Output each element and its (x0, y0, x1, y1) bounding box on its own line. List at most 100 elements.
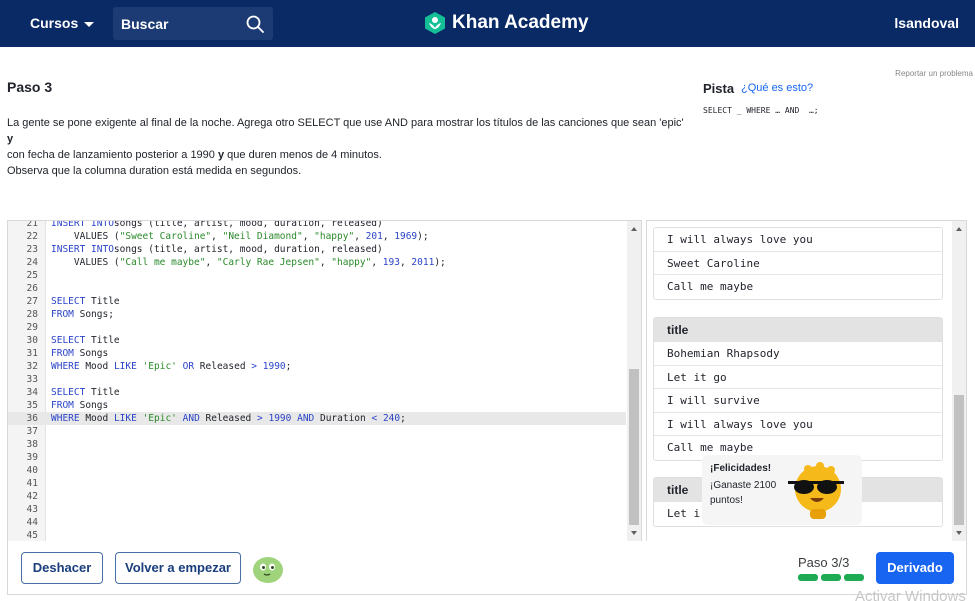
step-title: Paso 3 (7, 79, 53, 95)
courses-label: Cursos (30, 15, 79, 31)
scroll-down-icon[interactable] (631, 531, 637, 535)
instructions-text-1: La gente se pone exigente al final de la… (7, 117, 684, 129)
code-line[interactable]: 26 (8, 282, 626, 295)
congrats-text: ¡Ganaste 2100 puntos! (710, 480, 777, 506)
hint-title: Pista (703, 81, 735, 96)
code-line[interactable]: 44 (8, 516, 626, 529)
hint-code: SELECT _ WHERE … AND …; (703, 106, 819, 115)
line-number: 32 (26, 361, 38, 372)
brand-logo[interactable]: Khan Academy (424, 11, 589, 35)
os-watermark: Activar Windows (855, 588, 966, 601)
avatar-icon[interactable] (251, 553, 285, 585)
instructions: La gente se pone exigente al final de la… (7, 115, 687, 179)
step-progress-bar (798, 574, 864, 581)
next-button[interactable]: Derivado (876, 552, 954, 584)
line-number: 21 (26, 220, 38, 229)
code-line[interactable]: 30 SELECT Title (8, 334, 626, 347)
line-number: 41 (26, 478, 38, 489)
instructions-text-2: con fecha de lanzamiento posterior a 199… (7, 149, 218, 161)
code-text: INSERT INTOsongs (title, artist, mood, d… (51, 220, 383, 229)
code-line[interactable]: 25 (8, 269, 626, 282)
result-row: I will always love you (654, 228, 942, 252)
code-line[interactable]: 40 (8, 464, 626, 477)
top-nav: Cursos Khan Academy lsandoval (0, 0, 975, 47)
undo-button[interactable]: Deshacer (21, 552, 103, 584)
search-input[interactable] (113, 7, 243, 40)
code-line[interactable]: 42 (8, 490, 626, 503)
code-text: FROM Songs (51, 348, 109, 359)
code-line[interactable]: 31 FROM Songs (8, 347, 626, 360)
line-number: 28 (26, 309, 38, 320)
restart-button[interactable]: Volver a empezar (115, 552, 241, 584)
results-table: I will always love you Sweet Caroline Ca… (653, 227, 943, 300)
hint-help-link[interactable]: ¿Qué es esto? (741, 82, 813, 94)
congrats-title: ¡Felicidades! (710, 463, 772, 474)
progress-segment (821, 574, 841, 581)
line-number: 30 (26, 335, 38, 346)
code-line[interactable]: 35 FROM Songs (8, 399, 626, 412)
scroll-up-icon[interactable] (956, 227, 962, 231)
line-number: 36 (26, 413, 38, 424)
progress-segment (844, 574, 864, 581)
instructions-bold-and-1: y (7, 133, 14, 145)
code-line[interactable]: 39 (8, 451, 626, 464)
scroll-up-icon[interactable] (631, 227, 637, 231)
code-line[interactable]: 43 (8, 503, 626, 516)
results-table: title Bohemian Rhapsody Let it go I will… (653, 317, 943, 461)
instructions-text-3: que duren menos de 4 minutos. (224, 149, 382, 161)
code-text: SELECT Title (51, 387, 120, 398)
result-row: Bohemian Rhapsody (654, 342, 942, 366)
editor-scroll-thumb[interactable] (629, 369, 639, 525)
code-line[interactable]: 29 (8, 321, 626, 334)
brand-name: Khan Academy (452, 12, 589, 33)
result-row: Let it go (654, 366, 942, 389)
line-number: 26 (26, 283, 38, 294)
line-number: 22 (26, 231, 38, 242)
search-box (113, 7, 273, 40)
code-line[interactable]: 24 VALUES ("Call me maybe", "Carly Rae J… (8, 256, 626, 269)
scroll-down-icon[interactable] (956, 531, 962, 535)
line-number: 31 (26, 348, 38, 359)
line-number: 33 (26, 374, 38, 385)
code-line[interactable]: 32 WHERE Mood LIKE 'Epic' OR Released > 1… (8, 360, 626, 373)
line-number: 43 (26, 504, 38, 515)
code-line[interactable]: 21 INSERT INTOsongs (title, artist, mood,… (8, 220, 626, 230)
result-row: Sweet Caroline (654, 252, 942, 275)
line-number: 37 (26, 426, 38, 437)
code-line[interactable]: 37 (8, 425, 626, 438)
code-line[interactable]: 41 (8, 477, 626, 490)
code-line[interactable]: 22 VALUES ("Sweet Caroline", "Neil Diamo… (8, 230, 626, 243)
results-scrollbar[interactable] (952, 221, 966, 541)
line-number: 40 (26, 465, 38, 476)
chevron-down-icon (84, 21, 95, 27)
code-text: VALUES ("Call me maybe", "Carly Rae Jeps… (51, 257, 446, 268)
results-scroll-thumb[interactable] (954, 395, 964, 525)
code-line[interactable]: 36 WHERE Mood LIKE 'Epic' AND Released > … (8, 412, 626, 425)
report-problem-link[interactable]: Reportar un problema (895, 69, 973, 78)
line-number: 35 (26, 400, 38, 411)
progress-segment (798, 574, 818, 581)
line-number: 27 (26, 296, 38, 307)
search-icon[interactable] (246, 15, 264, 33)
khan-leaf-icon (425, 12, 445, 34)
result-row: Call me maybe (667, 280, 754, 293)
step-counter: Paso 3/3 (798, 555, 850, 570)
congrats-popup: ¡Felicidades! ¡Ganaste 2100 puntos! (702, 455, 862, 525)
line-number: 24 (26, 257, 38, 268)
code-text: VALUES ("Sweet Caroline", "Neil Diamond"… (51, 231, 429, 242)
editor-scrollbar[interactable] (627, 221, 641, 541)
code-text: WHERE Mood LIKE 'Epic' OR Released > 199… (51, 361, 292, 372)
editor-footer: Deshacer Volver a empezar Paso 3/3 Deriv… (7, 541, 967, 595)
user-menu[interactable]: lsandoval (894, 15, 959, 31)
code-line[interactable]: 27 SELECT Title (8, 295, 626, 308)
code-text: WHERE Mood LIKE 'Epic' AND Released > 19… (51, 413, 406, 424)
code-line[interactable]: 33 (8, 373, 626, 386)
courses-menu[interactable]: Cursos (30, 15, 95, 31)
code-line[interactable]: 34 SELECT Title (8, 386, 626, 399)
code-line[interactable]: 28 FROM Songs; (8, 308, 626, 321)
code-line[interactable]: 23 INSERT INTOsongs (title, artist, mood,… (8, 243, 626, 256)
result-row: I will survive (654, 389, 942, 413)
code-editor[interactable]: 21 INSERT INTOsongs (title, artist, mood,… (7, 220, 642, 542)
code-line[interactable]: 38 (8, 438, 626, 451)
line-number: 39 (26, 452, 38, 463)
